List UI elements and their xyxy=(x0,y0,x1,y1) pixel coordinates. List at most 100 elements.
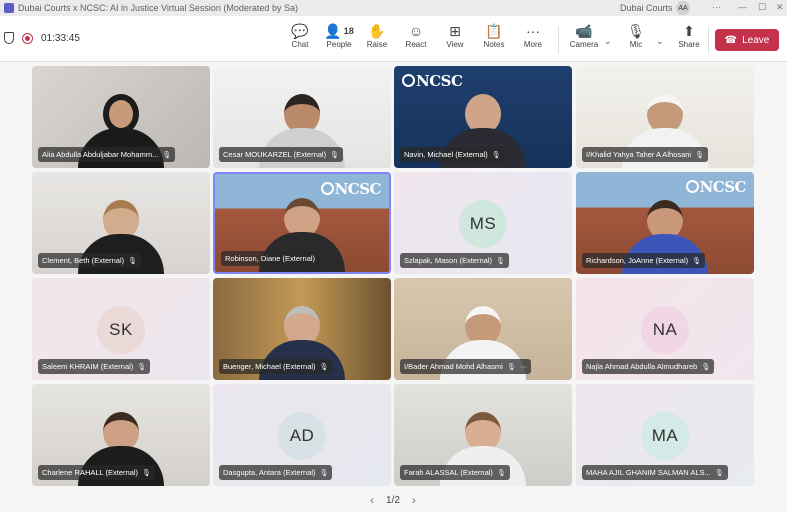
react-button[interactable]: ☺ React xyxy=(399,22,433,49)
participant-tile[interactable]: Charlene RAHALL (External) 🎙 xyxy=(32,384,210,486)
grid-icon: ⊞ xyxy=(449,23,461,39)
participant-initials: AD xyxy=(278,412,326,460)
gallery-pager: ‹ 1/2 › xyxy=(370,493,416,507)
participant-name: Cesar MOUKARZEL (External) xyxy=(223,150,327,159)
close-icon[interactable]: ✕ xyxy=(776,2,784,13)
participant-name: I/Khalid Yahya Taher A Alhosani xyxy=(586,150,692,159)
chevron-down-icon[interactable]: ⌄ xyxy=(604,36,612,47)
ncsc-logo: NCSC xyxy=(320,180,382,198)
mic-muted-icon: 🎙 xyxy=(491,151,501,159)
ncsc-logo: NCSC xyxy=(685,178,747,196)
participant-name: Dasgupta, Antara (External) xyxy=(223,468,316,477)
participant-tile[interactable]: MS Szlapak, Mason (External) 🎙 xyxy=(394,172,572,274)
mic-button[interactable]: 🎙 Mic xyxy=(619,22,653,49)
participant-initials: SK xyxy=(97,306,145,354)
mic-muted-icon: 🎙 xyxy=(701,363,711,371)
people-button[interactable]: 👤 18 People xyxy=(322,22,356,49)
participant-tile[interactable]: Clement, Beth (External) 🎙 xyxy=(32,172,210,274)
org-name: Dubai Courts xyxy=(620,3,673,13)
more-icon: ··· xyxy=(526,23,540,39)
mic-muted-icon: 🎙 xyxy=(137,363,147,371)
teams-app-icon xyxy=(4,3,14,13)
notes-button[interactable]: 📋 Notes xyxy=(477,22,511,49)
participant-tile[interactable]: NCSC Navin, Michael (External) 🎙 xyxy=(394,66,572,168)
participant-name: Alia Abdulla Abduljabar Mohamm... xyxy=(42,150,159,159)
smile-icon: ☺ xyxy=(408,23,424,39)
maximize-icon[interactable]: ☐ xyxy=(758,2,766,13)
participant-initials: MA xyxy=(641,412,689,460)
participant-name: Navin, Michael (External) xyxy=(404,150,488,159)
participant-name: Robinson, Diane (External) xyxy=(225,254,316,263)
camera-icon: 📹 xyxy=(575,23,593,39)
participant-tile[interactable]: NCSC Richardson, JoAnne (External) 🎙 xyxy=(576,172,754,274)
participant-name: Charlene RAHALL (External) xyxy=(42,468,139,477)
mic-muted-icon: 🎙 xyxy=(495,257,505,265)
video-grid: Alia Abdulla Abduljabar Mohamm... 🎙 Cesar… xyxy=(0,62,787,512)
mic-muted-icon: 🎙 xyxy=(162,151,172,159)
participant-tile[interactable]: I/Bader Ahmad Mohd Alhasmi 🎙 ··· xyxy=(394,278,572,380)
mic-muted-icon: 🎙 xyxy=(714,469,724,477)
share-button[interactable]: ⬆ Share xyxy=(672,22,706,49)
participant-name: Saleem KHRAIM (External) xyxy=(42,362,134,371)
shield-icon[interactable] xyxy=(4,32,14,44)
mic-muted-icon: 🎙 xyxy=(142,469,151,477)
notes-icon: 📋 xyxy=(485,23,503,39)
participant-name: I/Bader Ahmad Mohd Alhasmi xyxy=(404,362,503,371)
mic-muted-icon: 🎙 xyxy=(330,151,339,159)
share-icon: ⬆ xyxy=(683,23,695,39)
raise-hand-button[interactable]: ✋ Raise xyxy=(360,22,394,49)
participant-tile[interactable]: AD Dasgupta, Antara (External) 🎙 xyxy=(213,384,391,486)
participant-tile[interactable]: Cesar MOUKARZEL (External) 🎙 xyxy=(213,66,391,168)
participant-tile[interactable]: Buenger, Michael (External) 🎙 xyxy=(213,278,391,380)
participant-tile[interactable]: Alia Abdulla Abduljabar Mohamm... 🎙 xyxy=(32,66,210,168)
participant-tile[interactable]: Farah ALASSAL (External) 🎙 xyxy=(394,384,572,486)
camera-button[interactable]: 📹 Camera xyxy=(567,22,601,49)
toolbar-divider xyxy=(708,26,709,54)
ncsc-logo: NCSC xyxy=(402,72,463,90)
more-icon[interactable]: ··· xyxy=(520,362,528,371)
meeting-toolbar: 01:33:45 💬 Chat 👤 18 People ✋ Raise ☺ Rea… xyxy=(0,16,787,62)
view-button[interactable]: ⊞ View xyxy=(438,22,472,49)
toolbar-divider xyxy=(558,26,559,54)
participant-name: Szlapak, Mason (External) xyxy=(404,256,492,265)
participant-tile-active-speaker[interactable]: NCSC Robinson, Diane (External) xyxy=(213,172,391,274)
mic-off-icon: 🎙 xyxy=(627,23,645,39)
mic-muted-icon: 🎙 xyxy=(506,363,516,371)
people-icon: 👤 xyxy=(324,23,342,39)
chat-icon: 💬 xyxy=(291,23,309,39)
mic-muted-icon: 🎙 xyxy=(692,257,702,265)
minimize-icon[interactable]: — xyxy=(738,2,747,12)
more-options-icon[interactable]: ··· xyxy=(712,2,721,12)
participant-name: MAHA AJIL GHANIM SALMAN ALS... xyxy=(586,468,711,477)
participant-name: Najla Ahmad Abdulla Almudhareb xyxy=(586,362,698,371)
leave-button[interactable]: ☎ Leave xyxy=(715,29,779,51)
participant-tile[interactable]: NA Najla Ahmad Abdulla Almudhareb 🎙 xyxy=(576,278,754,380)
title-bar: Dubai Courts x NCSC: AI in Justice Virtu… xyxy=(0,0,787,16)
more-button[interactable]: ··· More xyxy=(516,22,550,49)
avatar[interactable]: AA xyxy=(676,1,690,15)
participant-initials: MS xyxy=(459,200,507,248)
hand-icon: ✋ xyxy=(368,23,386,39)
participant-name: Richardson, JoAnne (External) xyxy=(586,256,689,265)
participant-name: Clement, Beth (External) xyxy=(42,256,125,265)
chevron-left-icon[interactable]: ‹ xyxy=(370,493,374,507)
chevron-down-icon[interactable]: ⌄ xyxy=(656,36,664,47)
participant-tile[interactable]: I/Khalid Yahya Taher A Alhosani 🎙 xyxy=(576,66,754,168)
mic-muted-icon: 🎙 xyxy=(695,151,704,159)
participant-tile[interactable]: SK Saleem KHRAIM (External) 🎙 xyxy=(32,278,210,380)
participant-name: Farah ALASSAL (External) xyxy=(404,468,493,477)
meeting-timer: 01:33:45 xyxy=(41,32,80,44)
participant-tile[interactable]: MA MAHA AJIL GHANIM SALMAN ALS... 🎙 xyxy=(576,384,754,486)
page-indicator: 1/2 xyxy=(386,494,400,506)
recording-icon xyxy=(22,32,33,44)
mic-muted-icon: 🎙 xyxy=(319,469,329,477)
participant-initials: NA xyxy=(641,306,689,354)
window-title: Dubai Courts x NCSC: AI in Justice Virtu… xyxy=(18,3,298,13)
chevron-right-icon[interactable]: › xyxy=(412,493,416,507)
mic-muted-icon: 🎙 xyxy=(319,363,329,371)
phone-hangup-icon: ☎ xyxy=(724,34,738,46)
mic-muted-icon: 🎙 xyxy=(128,257,138,265)
chat-button[interactable]: 💬 Chat xyxy=(283,22,317,49)
mic-muted-icon: 🎙 xyxy=(496,469,506,477)
people-count: 18 xyxy=(343,26,354,36)
